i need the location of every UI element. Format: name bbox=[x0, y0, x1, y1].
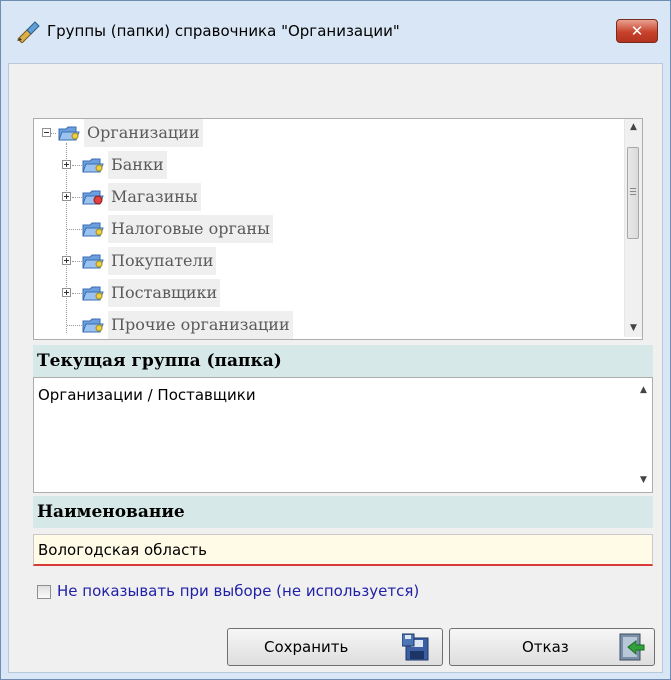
tree-node-label: Банки bbox=[108, 151, 167, 179]
current-group-field[interactable]: Организации / Поставщики ▲ ▼ bbox=[33, 377, 653, 493]
edit-pencil-icon bbox=[17, 21, 40, 43]
tree-node-label: Покупатели bbox=[108, 247, 217, 275]
name-field[interactable]: Вологодская область bbox=[33, 534, 653, 566]
folder-icon bbox=[82, 254, 104, 269]
window-title: Группы (папки) справочника "Организации" bbox=[47, 22, 400, 40]
close-button[interactable]: ✕ bbox=[616, 19, 658, 43]
toolbar-area bbox=[9, 64, 662, 114]
exit-door-icon bbox=[619, 633, 645, 661]
tree-node-label: Организации bbox=[84, 119, 203, 147]
grip-line bbox=[630, 188, 636, 189]
current-group-header: Текущая группа (папка) bbox=[33, 345, 653, 377]
memo-scrollbar[interactable]: ▲ ▼ bbox=[635, 378, 652, 492]
expand-icon[interactable] bbox=[62, 288, 71, 297]
cancel-button[interactable]: Отказ bbox=[449, 628, 655, 666]
tree-line bbox=[72, 293, 82, 294]
tree-node-label: Налоговые органы bbox=[108, 215, 273, 243]
groups-tree[interactable]: Организации Банки Магазины Налоговые орг… bbox=[33, 118, 643, 340]
grip-line bbox=[630, 194, 636, 195]
folder-icon bbox=[82, 318, 104, 333]
tree-line bbox=[72, 197, 82, 198]
tree-node-label: Магазины bbox=[108, 183, 201, 211]
tree-line bbox=[72, 165, 82, 166]
tree-node-label: Прочие организации bbox=[108, 311, 293, 339]
scroll-down-icon[interactable]: ▼ bbox=[635, 472, 652, 489]
dialog-window: Группы (папки) справочника "Организации"… bbox=[0, 0, 671, 680]
grip-line bbox=[630, 191, 636, 192]
close-icon: ✕ bbox=[630, 22, 644, 40]
expand-icon[interactable] bbox=[62, 160, 71, 169]
tree-line bbox=[72, 261, 82, 262]
tree-node-label: Поставщики bbox=[108, 279, 221, 307]
save-disk-icon bbox=[402, 633, 429, 661]
folder-icon bbox=[82, 222, 104, 237]
scroll-thumb[interactable] bbox=[627, 147, 639, 239]
folder-icon bbox=[58, 126, 80, 141]
folder-icon bbox=[82, 286, 104, 301]
tree-line bbox=[67, 325, 82, 326]
tree-scrollbar[interactable]: ▲ ▼ bbox=[624, 119, 642, 337]
cancel-button-label: Отказ bbox=[522, 638, 569, 656]
name-header: Наименование bbox=[33, 496, 653, 528]
save-button-label: Сохранить bbox=[264, 638, 349, 656]
scroll-up-icon[interactable]: ▲ bbox=[635, 382, 652, 399]
expand-icon[interactable] bbox=[62, 192, 71, 201]
save-button[interactable]: Сохранить bbox=[227, 628, 443, 666]
hide-checkbox-label[interactable]: Не показывать при выборе (не используетс… bbox=[57, 582, 419, 600]
expand-icon[interactable] bbox=[62, 256, 71, 265]
dialog-body: Организации Банки Магазины Налоговые орг… bbox=[8, 63, 663, 673]
scroll-up-icon[interactable]: ▲ bbox=[625, 119, 642, 136]
name-value: Вологодская область bbox=[38, 541, 207, 559]
tree-line bbox=[66, 143, 67, 333]
folder-icon bbox=[82, 158, 104, 173]
scroll-down-icon[interactable]: ▼ bbox=[625, 320, 642, 337]
folder-red-icon bbox=[82, 190, 104, 205]
hide-checkbox[interactable] bbox=[37, 585, 51, 599]
collapse-icon[interactable] bbox=[42, 128, 51, 137]
current-group-value: Организации / Поставщики bbox=[38, 386, 256, 404]
title-bar[interactable]: Группы (папки) справочника "Организации"… bbox=[1, 1, 670, 63]
tree-line bbox=[67, 229, 82, 230]
